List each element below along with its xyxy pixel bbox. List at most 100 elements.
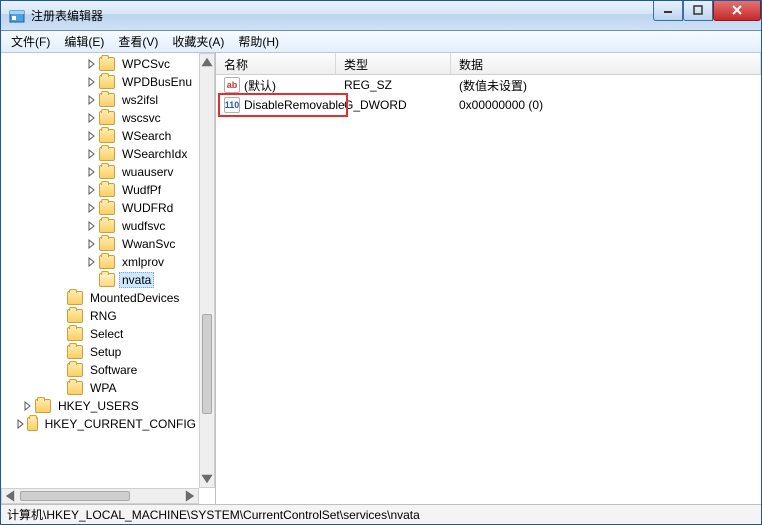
expand-icon[interactable]: [85, 202, 97, 214]
tree-node[interactable]: WPA: [5, 379, 199, 397]
tree-vertical-scrollbar[interactable]: [199, 53, 215, 488]
tree-spacer: [85, 274, 97, 286]
folder-icon: [67, 381, 83, 395]
folder-icon: [99, 75, 115, 89]
folder-icon: [67, 327, 83, 341]
column-header-data[interactable]: 数据: [451, 53, 761, 74]
tree-node[interactable]: Select: [5, 325, 199, 343]
tree-horizontal-scrollbar[interactable]: [1, 488, 199, 504]
folder-icon: [99, 183, 115, 197]
statusbar-path: 计算机\HKEY_LOCAL_MACHINE\SYSTEM\CurrentCon…: [7, 506, 420, 523]
dword-value-icon: 110: [224, 97, 240, 113]
tree-node[interactable]: Setup: [5, 343, 199, 361]
app-icon: [9, 8, 25, 24]
expand-icon[interactable]: [85, 76, 97, 88]
folder-icon: [67, 291, 83, 305]
menu-view[interactable]: 查看(V): [112, 31, 164, 52]
tree-node-label: Software: [87, 362, 140, 378]
values-list-header: 名称 类型 数据: [216, 53, 761, 75]
tree-node-label: wuauserv: [119, 164, 176, 180]
tree-pane: WPCSvcWPDBusEnuws2ifslwscsvcWSearchWSear…: [1, 53, 216, 504]
expand-icon[interactable]: [85, 184, 97, 196]
expand-icon[interactable]: [21, 400, 33, 412]
folder-icon: [67, 309, 83, 323]
folder-icon: [99, 237, 115, 251]
tree-node-label: Setup: [87, 344, 124, 360]
tree-spacer: [53, 328, 65, 340]
registry-editor-window: 注册表编辑器 文件(F) 编辑(E) 查看(V) 收藏夹(A) 帮助(H) WP…: [0, 0, 762, 525]
tree-node[interactable]: WSearch: [5, 127, 199, 145]
expand-icon[interactable]: [85, 238, 97, 250]
value-row[interactable]: 110DisableRemovableG_DWORD0x00000000 (0): [216, 95, 761, 115]
tree-node[interactable]: ws2ifsl: [5, 91, 199, 109]
value-type: REG_SZ: [336, 77, 451, 93]
tree-node-label: WPDBusEnu: [119, 74, 195, 90]
tree-node-label: WUDFRd: [119, 200, 176, 216]
tree-node[interactable]: WUDFRd: [5, 199, 199, 217]
tree-node[interactable]: WPCSvc: [5, 55, 199, 73]
expand-icon[interactable]: [15, 418, 25, 430]
tree-node[interactable]: MountedDevices: [5, 289, 199, 307]
tree-node-label: WudfPf: [119, 182, 164, 198]
folder-icon: [67, 363, 83, 377]
folder-icon: [99, 255, 115, 269]
window-buttons: [653, 1, 761, 21]
tree-node-label: wudfsvc: [119, 218, 168, 234]
minimize-button[interactable]: [653, 1, 683, 21]
expand-icon[interactable]: [85, 166, 97, 178]
tree-node[interactable]: nvata: [5, 271, 199, 289]
folder-icon: [99, 111, 115, 125]
close-button[interactable]: [713, 1, 761, 21]
tree-node-label: WPA: [87, 380, 119, 396]
expand-icon[interactable]: [85, 256, 97, 268]
folder-icon: [99, 147, 115, 161]
tree-node-label: MountedDevices: [87, 290, 182, 306]
tree-scroll-area[interactable]: WPCSvcWPDBusEnuws2ifslwscsvcWSearchWSear…: [1, 53, 199, 488]
column-header-type[interactable]: 类型: [336, 53, 451, 74]
value-data: (数值未设置): [451, 76, 761, 95]
menu-help[interactable]: 帮助(H): [232, 31, 285, 52]
folder-icon: [99, 129, 115, 143]
value-row[interactable]: ab(默认)REG_SZ(数值未设置): [216, 75, 761, 95]
expand-icon[interactable]: [85, 130, 97, 142]
menu-edit[interactable]: 编辑(E): [58, 31, 110, 52]
menubar: 文件(F) 编辑(E) 查看(V) 收藏夹(A) 帮助(H): [1, 31, 761, 53]
menu-file[interactable]: 文件(F): [5, 31, 56, 52]
titlebar[interactable]: 注册表编辑器: [1, 1, 761, 31]
folder-icon: [99, 57, 115, 71]
expand-icon[interactable]: [85, 148, 97, 160]
tree-node[interactable]: Software: [5, 361, 199, 379]
value-data: 0x00000000 (0): [451, 97, 761, 113]
value-type: G_DWORD: [336, 97, 451, 113]
tree-node[interactable]: WSearchIdx: [5, 145, 199, 163]
values-list-body[interactable]: ab(默认)REG_SZ(数值未设置)110DisableRemovableG_…: [216, 75, 761, 504]
tree-node[interactable]: wscsvc: [5, 109, 199, 127]
folder-icon: [27, 417, 38, 431]
tree-node[interactable]: WwanSvc: [5, 235, 199, 253]
tree-node[interactable]: wudfsvc: [5, 217, 199, 235]
folder-icon: [99, 93, 115, 107]
expand-icon[interactable]: [85, 94, 97, 106]
tree-spacer: [53, 364, 65, 376]
tree-node[interactable]: WPDBusEnu: [5, 73, 199, 91]
expand-icon[interactable]: [85, 220, 97, 232]
tree-node[interactable]: RNG: [5, 307, 199, 325]
folder-icon: [99, 201, 115, 215]
tree-node-label: HKEY_CURRENT_CONFIG: [42, 416, 199, 432]
tree-node[interactable]: HKEY_CURRENT_CONFIG: [5, 415, 199, 433]
tree-node-label: xmlprov: [119, 254, 167, 270]
tree-node-label: WwanSvc: [119, 236, 178, 252]
tree-node-label: nvata: [119, 272, 154, 288]
column-header-name[interactable]: 名称: [216, 53, 336, 74]
tree-spacer: [53, 292, 65, 304]
tree-node[interactable]: WudfPf: [5, 181, 199, 199]
maximize-button[interactable]: [683, 1, 713, 21]
tree-node[interactable]: HKEY_USERS: [5, 397, 199, 415]
tree-node[interactable]: wuauserv: [5, 163, 199, 181]
tree-node-label: WSearch: [119, 128, 174, 144]
expand-icon[interactable]: [85, 58, 97, 70]
registry-tree: WPCSvcWPDBusEnuws2ifslwscsvcWSearchWSear…: [1, 53, 199, 435]
expand-icon[interactable]: [85, 112, 97, 124]
menu-favorites[interactable]: 收藏夹(A): [166, 31, 230, 52]
tree-node[interactable]: xmlprov: [5, 253, 199, 271]
